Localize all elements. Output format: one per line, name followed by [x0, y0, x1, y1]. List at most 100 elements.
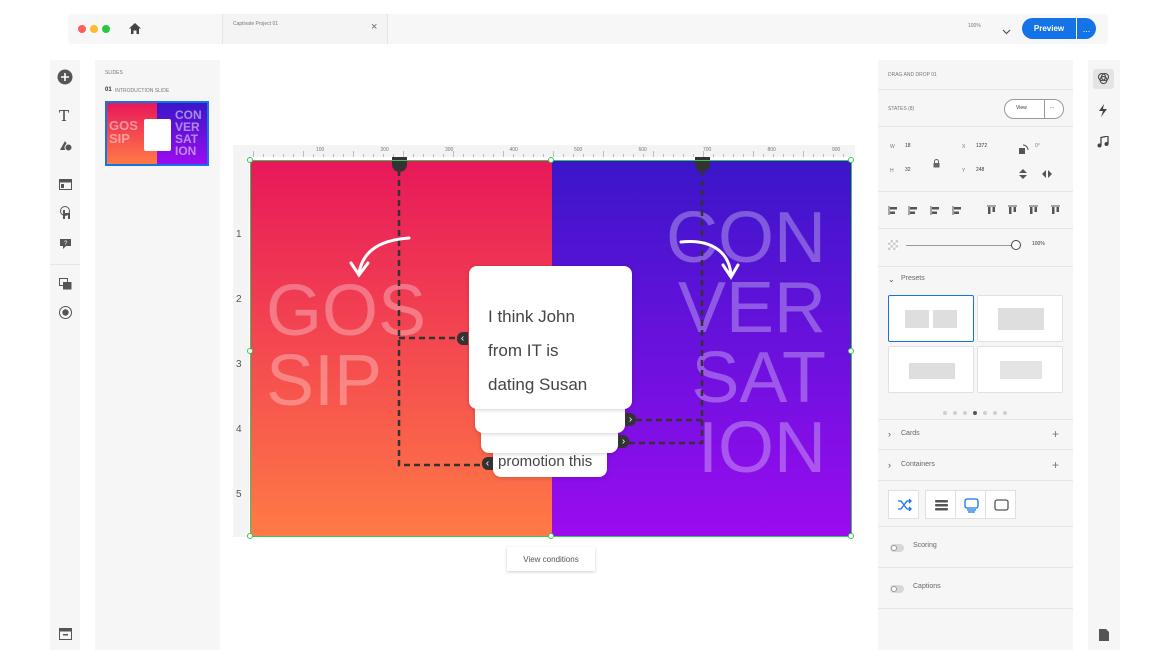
properties-tab-icon[interactable]	[1093, 69, 1114, 89]
lightning-icon[interactable]	[1098, 104, 1108, 122]
widgets-icon[interactable]	[59, 277, 72, 295]
front-card-text: I think John from IT is dating Susan	[488, 307, 588, 394]
resize-handle[interactable]	[548, 533, 554, 539]
align-bottom-icon[interactable]	[1028, 203, 1039, 221]
preset-pagination[interactable]	[942, 403, 1012, 415]
resize-handle[interactable]	[848, 348, 854, 354]
preset-option[interactable]	[888, 295, 974, 342]
chevron-right-icon[interactable]: ›	[618, 435, 629, 448]
containers-label: Containers	[901, 461, 935, 468]
flip-horizontal-icon[interactable]	[1042, 166, 1052, 184]
resize-handle[interactable]	[247, 348, 253, 354]
align-center-icon[interactable]	[908, 203, 919, 221]
ruler-label: 800	[767, 147, 776, 153]
quiz-icon[interactable]: ?	[59, 237, 72, 255]
project-tab[interactable]: Captivate Project 01 ×	[222, 14, 388, 44]
resize-handle[interactable]	[848, 157, 854, 163]
document-icon[interactable]	[1099, 628, 1109, 646]
home-icon[interactable]	[128, 22, 142, 40]
rotate-icon[interactable]	[1018, 142, 1029, 160]
align-left-icon[interactable]	[888, 203, 899, 221]
captions-toggle[interactable]	[890, 585, 904, 593]
flip-vertical-icon[interactable]	[1018, 166, 1028, 184]
right-drop-anchor[interactable]	[695, 157, 710, 172]
row-label: 3	[236, 359, 242, 370]
chevron-left-icon[interactable]: ‹	[457, 332, 468, 345]
preset-option[interactable]	[977, 295, 1063, 342]
close-tab-icon[interactable]: ×	[371, 21, 377, 33]
lock-icon[interactable]	[933, 155, 940, 173]
chevron-left-icon[interactable]: ‹	[482, 457, 493, 470]
alignment-toolbar	[888, 203, 1068, 215]
chevron-right-icon[interactable]: ›	[888, 460, 891, 470]
front-card[interactable]: I think John from IT is dating Susan	[469, 266, 632, 409]
resize-handle[interactable]	[848, 533, 854, 539]
states-label: STATES (8)	[888, 106, 915, 112]
align-middle-icon[interactable]	[1007, 203, 1018, 221]
single-layout-button[interactable]	[985, 490, 1016, 519]
distribute-vertical-icon[interactable]	[1050, 203, 1061, 221]
divider	[878, 228, 1073, 229]
resize-handle[interactable]	[247, 533, 253, 539]
slide-thumbnail[interactable]: GOS SIP CON VER SAT ION	[105, 101, 209, 166]
chevron-right-icon[interactable]: ›	[625, 413, 636, 426]
add-icon[interactable]	[57, 69, 73, 90]
view-button[interactable]: View	[1016, 105, 1027, 111]
preset-preview	[909, 363, 955, 379]
music-note-icon[interactable]	[1097, 135, 1109, 153]
shapes-icon[interactable]	[59, 139, 73, 157]
chevron-right-icon[interactable]: ›	[888, 429, 891, 439]
y-field[interactable]: 248	[976, 167, 984, 173]
presets-label: Presets	[901, 275, 925, 282]
divider	[878, 608, 1073, 609]
left-drop-anchor[interactable]	[392, 157, 407, 172]
chevron-down-icon[interactable]: ⌄	[888, 275, 895, 284]
opacity-field[interactable]: 100%	[1032, 241, 1045, 247]
resize-handle[interactable]	[247, 157, 253, 163]
back-card-text: promotion this	[498, 453, 593, 470]
interaction-icon[interactable]	[59, 206, 72, 225]
zoom-level[interactable]: 100%	[968, 23, 981, 29]
preset-option[interactable]	[888, 346, 974, 393]
opacity-slider[interactable]	[906, 245, 1014, 246]
align-right-icon[interactable]	[930, 203, 941, 221]
preset-preview	[905, 310, 929, 328]
list-layout-button[interactable]	[925, 490, 956, 519]
preset-option[interactable]	[977, 346, 1063, 393]
rotation-field[interactable]: 0°	[1035, 143, 1040, 149]
preset-preview	[998, 308, 1044, 330]
add-card-icon[interactable]: +	[1052, 427, 1059, 441]
thumb-left-word: GOS SIP	[109, 118, 138, 146]
opacity-slider-thumb[interactable]	[1011, 240, 1021, 250]
view-conditions-button[interactable]: View conditions	[507, 547, 595, 571]
stack-layout-button[interactable]	[955, 490, 986, 519]
view-more-button[interactable]: ...	[1050, 104, 1054, 110]
add-container-icon[interactable]: +	[1052, 458, 1059, 472]
width-field[interactable]: 18	[905, 143, 911, 149]
maximize-window-dot[interactable]	[102, 25, 110, 33]
align-top-icon[interactable]	[986, 203, 997, 221]
divider	[878, 266, 1073, 267]
slides-panel-title: SLIDES	[105, 70, 123, 76]
chevron-down-icon[interactable]	[1002, 22, 1011, 40]
scoring-toggle[interactable]	[890, 544, 904, 552]
ruler-label: 900	[832, 147, 841, 153]
record-icon[interactable]	[59, 306, 72, 324]
view-states-control[interactable]: View ...	[1004, 99, 1064, 119]
slide-name: INTRODUCTION SLIDE	[115, 88, 170, 94]
distribute-horizontal-icon[interactable]	[952, 203, 963, 221]
row-label: 5	[236, 489, 242, 500]
close-window-dot[interactable]	[78, 25, 86, 33]
text-tool-icon[interactable]: T	[59, 107, 69, 125]
minimize-window-dot[interactable]	[90, 25, 98, 33]
height-field[interactable]: 32	[905, 167, 911, 173]
preview-button[interactable]: Preview	[1022, 18, 1076, 39]
assets-icon[interactable]	[59, 627, 72, 645]
x-field[interactable]: 1372	[976, 143, 987, 149]
resize-handle[interactable]	[548, 157, 554, 163]
ruler-label: 100	[316, 147, 325, 153]
shuffle-button[interactable]	[888, 490, 919, 519]
height-label: H	[890, 168, 894, 174]
divider	[878, 449, 1073, 450]
media-icon[interactable]	[59, 177, 72, 195]
